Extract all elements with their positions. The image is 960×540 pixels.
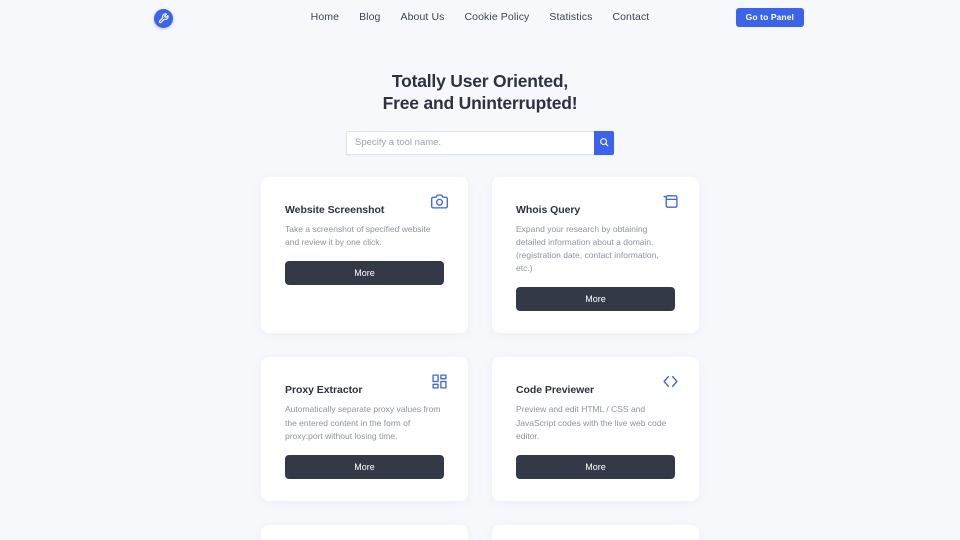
hero-title-line-2: Free and Uninterrupted! [382,93,578,114]
tool-card-title: Whois Query [516,203,581,216]
main-navigation: Home Blog About Us Cookie Policy Statist… [0,11,960,23]
tools-card-grid: Website Screenshot Take a screenshot of … [261,176,699,540]
nav-link-home[interactable]: Home [311,11,339,23]
nav-link-contact[interactable]: Contact [612,11,649,23]
tool-card-more-button[interactable]: More [285,261,444,286]
tool-card-proxy-extractor[interactable]: Proxy Extractor Automatically separate p… [261,357,468,501]
tool-card-more-button[interactable]: More [516,287,675,312]
tool-card-discord-profile-information[interactable]: Discord Profile Information With one cli… [261,524,468,540]
search-icon [599,135,609,150]
tool-card-description: Preview and edit HTML / CSS and JavaScri… [516,404,667,441]
tool-card-title: Website Screenshot [285,203,385,216]
camera-icon [431,193,448,210]
nav-link-statistics[interactable]: Statistics [549,11,592,23]
tool-card-whois-query[interactable]: Whois Query Expand your research by obta… [492,176,699,334]
tool-card-title: Proxy Extractor [285,384,363,397]
search-bar [346,130,614,155]
tool-card-description: Take a screenshot of specified website a… [285,223,431,247]
grid-layout-icon [431,373,448,390]
search-submit-button[interactable] [594,130,614,155]
tool-card-website-screenshot[interactable]: Website Screenshot Take a screenshot of … [261,176,468,334]
tool-card-code-previewer[interactable]: Code Previewer Preview and edit HTML / C… [492,357,699,501]
nav-link-blog[interactable]: Blog [359,11,380,23]
nav-link-cookie-policy[interactable]: Cookie Policy [465,11,530,23]
hero-title-line-1: Totally User Oriented, [391,71,569,91]
tool-card-description: Expand your research by obtaining detail… [516,223,659,274]
tool-card-more-button[interactable]: More [285,454,444,479]
site-header: Home Blog About Us Cookie Policy Statist… [0,0,960,36]
tool-card-currency[interactable]: $ Currency Be informed by examining the … [492,524,699,540]
browser-window-icon [662,193,679,210]
page-title: Totally User Oriented, Free and Uninterr… [0,70,960,115]
tool-card-description: Automatically separate proxy values from… [285,404,441,441]
go-to-panel-button[interactable]: Go to Panel [735,8,804,27]
tool-card-title: Code Previewer [516,384,595,397]
hero-section: Totally User Oriented, Free and Uninterr… [0,70,960,155]
code-brackets-icon [662,373,679,390]
search-input[interactable] [346,130,594,155]
tool-card-more-button[interactable]: More [516,454,675,479]
nav-link-about-us[interactable]: About Us [401,11,445,23]
